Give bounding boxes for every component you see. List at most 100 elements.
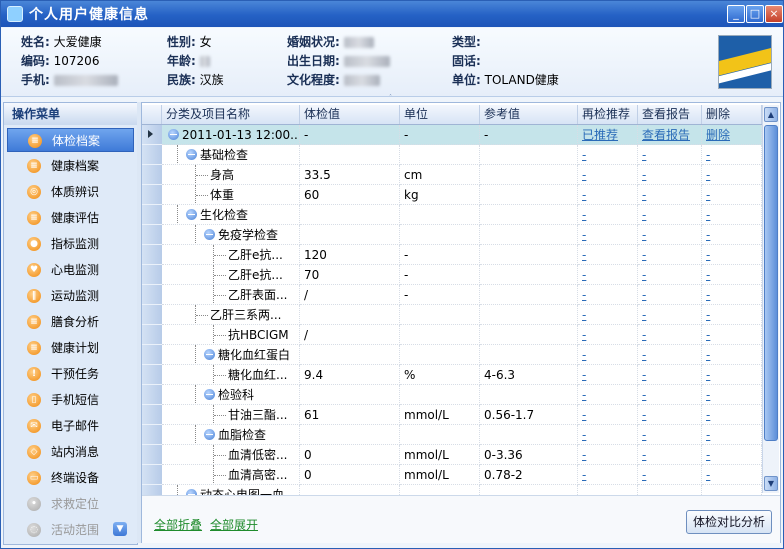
collapse-node-icon[interactable]: [204, 429, 215, 440]
recheck-cell[interactable]: -: [578, 245, 638, 265]
report-cell[interactable]: -: [638, 305, 702, 325]
report-link[interactable]: -: [642, 408, 646, 422]
recheck-link[interactable]: -: [582, 308, 586, 322]
table-row[interactable]: 血清高密... 0 mmol/L 0.78-2- - -: [142, 465, 762, 485]
delete-link[interactable]: -: [706, 468, 710, 482]
report-link[interactable]: -: [642, 468, 646, 482]
delete-link[interactable]: -: [706, 408, 710, 422]
report-link[interactable]: -: [642, 288, 646, 302]
item-name-cell[interactable]: 乙肝e抗...: [162, 245, 300, 265]
delete-cell[interactable]: -: [702, 205, 762, 225]
recheck-cell[interactable]: -: [578, 225, 638, 245]
sidebar-scroll-down-icon[interactable]: ▼: [113, 522, 127, 536]
report-cell[interactable]: -: [638, 265, 702, 285]
delete-link[interactable]: -: [706, 308, 710, 322]
delete-cell[interactable]: -: [702, 185, 762, 205]
recheck-cell[interactable]: -: [578, 405, 638, 425]
recheck-link[interactable]: -: [582, 188, 586, 202]
sidebar-item[interactable]: ◇ 站内消息: [7, 440, 134, 464]
column-header[interactable]: 体检值: [300, 105, 400, 124]
collapse-node-icon[interactable]: [186, 209, 197, 220]
sidebar-item[interactable]: ◎ 体质辨识: [7, 180, 134, 204]
collapse-node-icon[interactable]: [168, 129, 179, 140]
report-cell[interactable]: -: [638, 205, 702, 225]
recheck-cell[interactable]: -: [578, 185, 638, 205]
report-cell[interactable]: -: [638, 245, 702, 265]
item-name-cell[interactable]: 抗HBCIGM: [162, 325, 300, 345]
table-row[interactable]: 乙肝e抗... 120- - - -: [142, 245, 762, 265]
report-link[interactable]: -: [642, 228, 646, 242]
sidebar-item[interactable]: ≡ 健康档案: [7, 154, 134, 178]
maximize-button[interactable]: □: [746, 5, 764, 23]
item-name-cell[interactable]: 乙肝e抗...: [162, 265, 300, 285]
sidebar-item[interactable]: ‖ 运动监测: [7, 284, 134, 308]
item-name-cell[interactable]: 身高: [162, 165, 300, 185]
recheck-cell[interactable]: -: [578, 285, 638, 305]
sidebar-item[interactable]: ≡ 体检档案: [7, 128, 134, 152]
sidebar-item[interactable]: ≡ 膳食分析: [7, 310, 134, 334]
column-header[interactable]: 再检推荐: [578, 105, 638, 124]
delete-link[interactable]: -: [706, 248, 710, 262]
recheck-cell[interactable]: -: [578, 325, 638, 345]
delete-cell[interactable]: -: [702, 405, 762, 425]
item-name-cell[interactable]: 乙肝表面...: [162, 285, 300, 305]
sidebar-item[interactable]: ✉ 电子邮件: [7, 414, 134, 438]
row-header[interactable]: [142, 145, 162, 165]
delete-cell[interactable]: -: [702, 465, 762, 485]
splitter-handle[interactable]: ˄: [389, 95, 397, 101]
recheck-cell[interactable]: 已推荐: [578, 125, 638, 145]
table-row[interactable]: 甘油三酯... 61 mmol/L 0.56-1.7- - -: [142, 405, 762, 425]
column-header[interactable]: 分类及项目名称: [162, 105, 300, 124]
table-row[interactable]: 检验科 - - -: [142, 385, 762, 405]
recheck-link[interactable]: -: [582, 468, 586, 482]
item-name-cell[interactable]: 基础检查: [162, 145, 300, 165]
row-header[interactable]: [142, 285, 162, 305]
table-row[interactable]: 身高 33.5 cm - - -: [142, 165, 762, 185]
sidebar-item[interactable]: ▯ 手机短信: [7, 388, 134, 412]
item-name-cell[interactable]: 检验科: [162, 385, 300, 405]
sidebar-item[interactable]: • 求救定位: [7, 492, 134, 516]
report-link[interactable]: -: [642, 148, 646, 162]
delete-cell[interactable]: -: [702, 345, 762, 365]
recheck-link[interactable]: -: [582, 228, 586, 242]
table-row[interactable]: 基础检查 - - -: [142, 145, 762, 165]
sidebar-item[interactable]: ! 干预任务: [7, 362, 134, 386]
item-name-cell[interactable]: 糖化血红蛋白: [162, 345, 300, 365]
report-link[interactable]: -: [642, 168, 646, 182]
column-header[interactable]: 参考值: [480, 105, 578, 124]
sidebar-item[interactable]: ♥ 心电监测: [7, 258, 134, 282]
delete-cell[interactable]: -: [702, 145, 762, 165]
delete-link[interactable]: -: [706, 448, 710, 462]
delete-cell[interactable]: -: [702, 245, 762, 265]
scroll-up-icon[interactable]: ▲: [764, 107, 778, 122]
recheck-link[interactable]: -: [582, 428, 586, 442]
report-link[interactable]: -: [642, 208, 646, 222]
report-cell[interactable]: -: [638, 325, 702, 345]
recheck-link[interactable]: -: [582, 368, 586, 382]
report-cell[interactable]: -: [638, 405, 702, 425]
report-cell[interactable]: -: [638, 185, 702, 205]
sidebar-item[interactable]: ≡ 健康评估: [7, 206, 134, 230]
delete-link[interactable]: -: [706, 388, 710, 402]
delete-cell[interactable]: 删除: [702, 125, 762, 145]
recheck-cell[interactable]: -: [578, 305, 638, 325]
recheck-cell[interactable]: -: [578, 345, 638, 365]
recheck-link[interactable]: -: [582, 248, 586, 262]
row-header[interactable]: [142, 165, 162, 185]
column-header[interactable]: 查看报告: [638, 105, 702, 124]
report-link[interactable]: -: [642, 368, 646, 382]
row-header[interactable]: [142, 345, 162, 365]
row-header[interactable]: [142, 245, 162, 265]
table-row[interactable]: 体重 60 kg - - -: [142, 185, 762, 205]
report-link[interactable]: -: [642, 348, 646, 362]
report-cell[interactable]: -: [638, 465, 702, 485]
delete-link[interactable]: -: [706, 348, 710, 362]
row-header[interactable]: [142, 445, 162, 465]
delete-cell[interactable]: -: [702, 285, 762, 305]
report-link[interactable]: -: [642, 428, 646, 442]
report-link[interactable]: -: [642, 388, 646, 402]
close-button[interactable]: ×: [765, 5, 783, 23]
delete-link[interactable]: -: [706, 148, 710, 162]
item-name-cell[interactable]: 体重: [162, 185, 300, 205]
table-row[interactable]: 2011-01-13 12:00... - - - 已推荐 查看报告 删除: [142, 125, 762, 145]
